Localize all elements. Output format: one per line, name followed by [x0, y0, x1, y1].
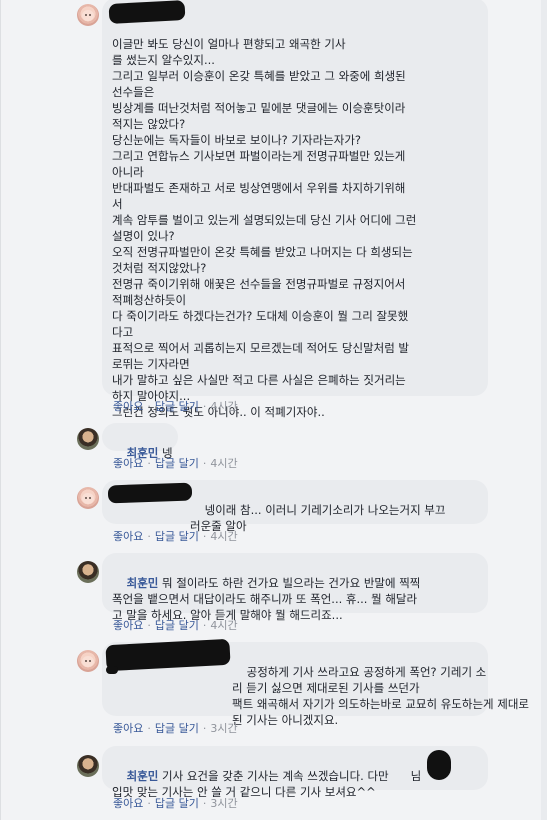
reply-link[interactable]: 답글 달기 [155, 797, 199, 810]
avatar-eye [89, 660, 91, 662]
reply-link[interactable]: 답글 달기 [155, 457, 199, 470]
comment-timestamp[interactable]: 4시간 [210, 530, 237, 543]
separator-dot: · [202, 457, 207, 470]
redaction-mark [108, 0, 186, 24]
comment-text: 뭐 절이라도 하란 건가요 빌으라는 건가요 반말에 찍찍 폭언을 뱉으면서 대… [112, 576, 421, 622]
comment-bubble: 이글만 봐도 당신이 얼마나 편향되고 왜곡한 기사 를 썼는지 알수있지...… [102, 0, 488, 419]
comment-timestamp[interactable]: 3시간 [210, 797, 237, 810]
avatar-eye [89, 14, 91, 16]
like-link[interactable]: 좋아요 [113, 457, 143, 470]
comment-actions: 좋아요 · 답글 달기 · 3시간 [113, 795, 238, 811]
comment-text: 공정하게 기사 쓰라고요 공정하게 폭언? 기레기 소 리 듣기 싫으면 제대로… [232, 665, 530, 727]
avatar-face [82, 656, 94, 667]
like-link[interactable]: 좋아요 [113, 530, 143, 543]
separator-dot: · [147, 400, 151, 413]
avatar[interactable] [77, 650, 99, 672]
comment-actions: 좋아요 · 답글 달기 · 4시간 [113, 455, 238, 471]
reply-link[interactable]: 답글 달기 [155, 530, 199, 543]
redaction-mark [427, 750, 451, 780]
separator-dot: · [202, 722, 207, 735]
separator-dot: · [202, 400, 207, 413]
comment-actions: 좋아요 · 답글 달기 · 3시간 [113, 720, 238, 736]
avatar[interactable] [77, 4, 99, 26]
avatar[interactable] [77, 487, 99, 509]
avatar-face [82, 493, 94, 504]
avatar[interactable] [77, 755, 99, 777]
separator-dot: · [147, 797, 151, 810]
comment-timestamp[interactable]: 4시간 [210, 457, 237, 470]
redaction-mark [107, 482, 193, 504]
comment-actions: 좋아요 · 답글 달기 · 4시간 [113, 528, 238, 544]
like-link[interactable]: 좋아요 [113, 400, 143, 413]
separator-dot: · [147, 722, 151, 735]
separator-dot: · [202, 530, 207, 543]
like-link[interactable]: 좋아요 [113, 619, 143, 632]
avatar-eye [85, 497, 87, 499]
comment-author[interactable]: 최훈민 [127, 769, 159, 783]
separator-dot: · [202, 797, 207, 810]
page-edge [541, 0, 547, 820]
avatar-eye [89, 497, 91, 499]
comment-text: 이글만 봐도 당신이 얼마나 편향되고 왜곡한 기사 를 썼는지 알수있지...… [112, 37, 417, 419]
reply-link[interactable]: 답글 달기 [155, 400, 199, 413]
comment-timestamp[interactable]: 3시간 [210, 722, 237, 735]
avatar-eye [85, 14, 87, 16]
comment-thread: 이글만 봐도 당신이 얼마나 편향되고 왜곡한 기사 를 썼는지 알수있지...… [0, 0, 547, 820]
comment-author[interactable]: 최훈민 [127, 576, 159, 590]
reply-link[interactable]: 답글 달기 [155, 722, 199, 735]
comment-actions: 좋아요 · 답글 달기 · 4시간 [113, 398, 238, 414]
comment-timestamp[interactable]: 4시간 [210, 619, 237, 632]
comment-timestamp[interactable]: 4시간 [210, 400, 237, 413]
separator-dot: · [147, 530, 151, 543]
avatar-eye [85, 660, 87, 662]
comment-bubble: 최훈민 넹 [102, 423, 178, 460]
separator-dot: · [147, 457, 151, 470]
comment-actions: 좋아요 · 답글 달기 · 4시간 [113, 617, 238, 633]
separator-dot: · [147, 619, 151, 632]
comment-bubble: 최훈민 뭐 절이라도 하란 건가요 빌으라는 건가요 반말에 찍찍 폭언을 뱉으… [102, 553, 488, 622]
reply-link[interactable]: 답글 달기 [155, 619, 199, 632]
separator-dot: · [202, 619, 207, 632]
avatar-face [82, 10, 94, 21]
avatar[interactable] [77, 561, 99, 583]
like-link[interactable]: 좋아요 [113, 722, 143, 735]
like-link[interactable]: 좋아요 [113, 797, 143, 810]
redaction-mark [106, 666, 118, 674]
avatar[interactable] [77, 428, 99, 450]
